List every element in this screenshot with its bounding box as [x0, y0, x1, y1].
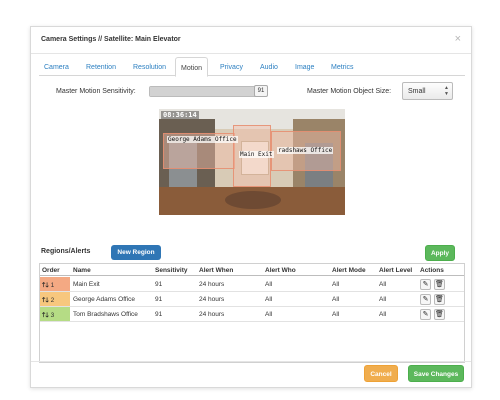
object-size-select[interactable]: Small ▲ ▼ [402, 82, 453, 100]
row-alert-level: All [379, 311, 387, 318]
tab-motion[interactable]: Motion [175, 57, 209, 77]
row-alert-level: All [379, 281, 387, 288]
row-alert-mode: All [332, 296, 340, 303]
tab-privacy[interactable]: Privacy [215, 60, 248, 76]
select-arrows-icon: ▲ ▼ [444, 85, 449, 97]
table-row[interactable]: 🡑🡓 2 George Adams Office 91 24 hours All… [40, 292, 464, 307]
motion-sensitivity-slider[interactable] [149, 86, 267, 97]
delete-icon[interactable]: 🗑 [434, 309, 445, 320]
order-cell: 🡑🡓 1 [40, 277, 70, 291]
col-name: Name [73, 267, 91, 274]
row-alert-who: All [265, 311, 273, 318]
col-alert-level: Alert Level [379, 267, 413, 274]
col-alert-who: Alert Who [265, 267, 296, 274]
order-cell: 🡑🡓 3 [40, 307, 70, 321]
apply-button[interactable]: Apply [425, 245, 455, 261]
col-sensitivity: Sensitivity [155, 267, 188, 274]
regions-table: Order Name Sensitivity Alert When Alert … [39, 263, 465, 363]
tab-retention[interactable]: Retention [81, 60, 121, 76]
row-alert-level: All [379, 296, 387, 303]
col-order: Order [42, 267, 60, 274]
tab-audio[interactable]: Audio [255, 60, 283, 76]
row-alert-who: All [265, 281, 273, 288]
row-alert-mode: All [332, 311, 340, 318]
col-alert-when: Alert When [199, 267, 234, 274]
region-label-main-exit: Main Exit [239, 151, 274, 158]
delete-icon[interactable]: 🗑 [434, 294, 445, 305]
new-region-button[interactable]: New Region [111, 245, 161, 260]
object-size-value: Small [408, 88, 426, 95]
motion-sensitivity-value: 91 [254, 85, 268, 97]
dialog-title: Camera Settings // Satellite: Main Eleva… [41, 36, 181, 43]
row-sensitivity: 91 [155, 296, 163, 303]
tab-camera[interactable]: Camera [39, 60, 74, 76]
order-number: 3 [50, 312, 55, 319]
camera-settings-dialog: Camera Settings // Satellite: Main Eleva… [30, 26, 472, 388]
settings-tabs: Camera Retention Resolution Motion Priva… [39, 57, 465, 77]
edit-icon[interactable]: ✎ [420, 279, 431, 290]
table-row[interactable]: 🡑🡓 1 Main Exit 91 24 hours All All All ✎… [40, 277, 464, 292]
table-row[interactable]: 🡑🡓 3 Tom Bradshaws Office 91 24 hours Al… [40, 307, 464, 322]
row-sensitivity: 91 [155, 311, 163, 318]
order-cell: 🡑🡓 2 [40, 292, 70, 306]
order-number: 2 [50, 297, 55, 304]
col-alert-mode: Alert Mode [332, 267, 366, 274]
order-number: 1 [50, 282, 55, 289]
object-size-label: Master Motion Object Size: [307, 88, 392, 95]
camera-preview[interactable]: George Adams Office Main Exit radshaws O… [159, 109, 345, 215]
row-alert-when: 24 hours [199, 281, 225, 288]
row-name: Tom Bradshaws Office [73, 311, 138, 318]
dialog-header: Camera Settings // Satellite: Main Eleva… [31, 27, 471, 54]
row-sensitivity: 91 [155, 281, 163, 288]
region-label-tom-bradshaws: radshaws Office [277, 147, 334, 154]
move-down-icon[interactable]: 🡓 [45, 282, 48, 289]
save-changes-button[interactable]: Save Changes [408, 365, 464, 382]
row-alert-who: All [265, 296, 273, 303]
edit-icon[interactable]: ✎ [420, 294, 431, 305]
motion-sensitivity-label: Master Motion Sensitivity: [56, 88, 136, 95]
row-alert-when: 24 hours [199, 311, 225, 318]
edit-icon[interactable]: ✎ [420, 309, 431, 320]
tab-image[interactable]: Image [290, 60, 319, 76]
slider-fill [150, 87, 256, 96]
row-alert-mode: All [332, 281, 340, 288]
row-name: George Adams Office [73, 296, 136, 303]
col-actions: Actions [420, 267, 444, 274]
preview-rug [225, 191, 281, 209]
table-header: Order Name Sensitivity Alert When Alert … [40, 264, 464, 276]
region-label-george-adams: George Adams Office [167, 136, 238, 143]
move-down-icon[interactable]: 🡓 [45, 312, 48, 319]
delete-icon[interactable]: 🗑 [434, 279, 445, 290]
move-down-icon[interactable]: 🡓 [45, 297, 48, 304]
close-icon[interactable]: × [455, 33, 461, 45]
row-name: Main Exit [73, 281, 100, 288]
cancel-button[interactable]: Cancel [364, 365, 398, 382]
footer-divider [31, 361, 471, 362]
preview-timestamp: 08:36:14 [161, 111, 199, 119]
regions-alerts-title: Regions/Alerts [41, 248, 91, 255]
row-alert-when: 24 hours [199, 296, 225, 303]
tab-metrics[interactable]: Metrics [326, 60, 359, 76]
tab-resolution[interactable]: Resolution [128, 60, 171, 76]
